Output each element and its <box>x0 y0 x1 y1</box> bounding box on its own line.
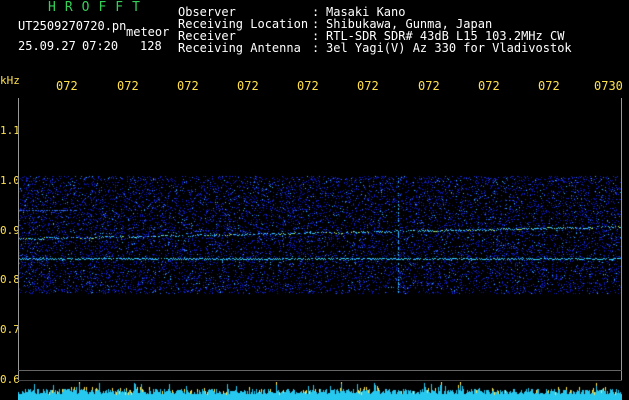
x-tick-7: 072 <box>418 79 440 93</box>
x-tick-3: 072 <box>177 79 199 93</box>
antenna-label: Receiving Antenna <box>178 41 301 55</box>
antenna-value: 3el Yagi(V) Az 330 for Vladivostok <box>326 41 572 55</box>
y-tick-0-9: 0.9 <box>0 224 20 237</box>
x-tick-2: 072 <box>117 79 139 93</box>
file-tag: meteor <box>126 25 170 39</box>
x-tick-4: 072 <box>237 79 259 93</box>
capture-count: 128 <box>140 39 162 53</box>
plot-gridline <box>18 370 622 371</box>
capture-time: 07:20 <box>82 39 119 53</box>
x-tick-10: 0730 <box>594 79 623 93</box>
x-tick-5: 072 <box>297 79 319 93</box>
signal-level-bar <box>18 382 622 400</box>
spectrogram-plot <box>18 98 622 380</box>
y-tick-1-1: 1.1 <box>0 124 20 137</box>
y-tick-1-0: 1.0 <box>0 174 20 187</box>
y-axis-unit: kHz <box>0 74 20 87</box>
spectrogram-canvas <box>18 98 622 380</box>
y-tick-0-6: 0.6 <box>0 373 20 386</box>
y-tick-0-8: 0.8 <box>0 273 20 286</box>
x-tick-6: 072 <box>357 79 379 93</box>
antenna-colon: : <box>312 41 320 55</box>
file-name: UT2509270720.pn <box>18 19 127 33</box>
x-tick-8: 072 <box>478 79 500 93</box>
x-tick-1: 072 <box>56 79 78 93</box>
app-title: HROFFT <box>48 0 149 15</box>
capture-date: 25.09.27 <box>18 39 76 53</box>
x-tick-9: 072 <box>538 79 560 93</box>
y-tick-0-7: 0.7 <box>0 323 20 336</box>
plot-baseline <box>18 380 622 381</box>
